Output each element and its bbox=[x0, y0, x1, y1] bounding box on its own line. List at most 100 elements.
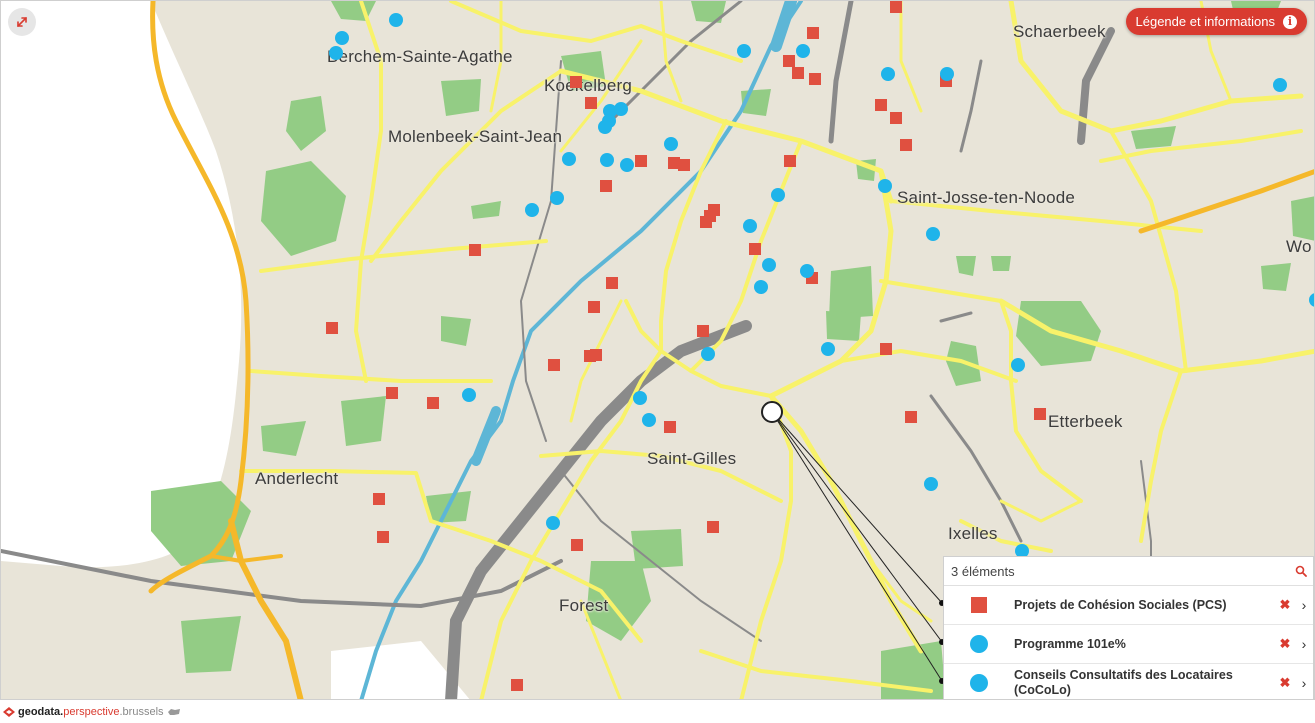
programme-marker[interactable] bbox=[329, 46, 343, 60]
brand-perspective: perspective bbox=[63, 705, 120, 718]
programme-marker[interactable] bbox=[881, 67, 895, 81]
place-label-molenbeek: Molenbeek-Saint-Jean bbox=[388, 127, 563, 146]
pcs-marker[interactable] bbox=[890, 1, 902, 13]
programme-marker[interactable] bbox=[796, 44, 810, 58]
pcs-marker[interactable] bbox=[427, 397, 439, 409]
pcs-marker[interactable] bbox=[697, 325, 709, 337]
pcs-marker[interactable] bbox=[809, 73, 821, 85]
map-view[interactable]: Berchem-Sainte-Agathe Koekelberg Molenbe… bbox=[0, 0, 1315, 700]
programme-marker[interactable] bbox=[335, 31, 349, 45]
programme-marker[interactable] bbox=[940, 67, 954, 81]
pcs-marker[interactable] bbox=[606, 277, 618, 289]
layer-row-programme[interactable]: Programme 101e% ✖ › bbox=[944, 625, 1313, 664]
pcs-marker[interactable] bbox=[377, 531, 389, 543]
pcs-marker[interactable] bbox=[678, 159, 690, 171]
place-label-koekelberg: Koekelberg bbox=[544, 76, 633, 95]
pcs-marker[interactable] bbox=[707, 521, 719, 533]
footer-brand[interactable]: geodata. perspective .brussels bbox=[0, 700, 1315, 723]
pcs-marker[interactable] bbox=[783, 55, 795, 67]
pcs-marker[interactable] bbox=[905, 411, 917, 423]
layer-row-pcs[interactable]: Projets de Cohésion Sociales (PCS) ✖ › bbox=[944, 586, 1313, 625]
perspective-logo-icon bbox=[3, 706, 15, 717]
programme-marker[interactable] bbox=[614, 102, 628, 116]
programme-marker[interactable] bbox=[525, 203, 539, 217]
search-icon[interactable] bbox=[1295, 565, 1307, 577]
pcs-marker[interactable] bbox=[386, 387, 398, 399]
pcs-marker[interactable] bbox=[784, 155, 796, 167]
pcs-marker[interactable] bbox=[635, 155, 647, 167]
pcs-marker[interactable] bbox=[900, 139, 912, 151]
layer-row-cocolo[interactable]: Conseils Consultatifs des Locataires (Co… bbox=[944, 664, 1313, 699]
pcs-marker[interactable] bbox=[890, 112, 902, 124]
pcs-marker[interactable] bbox=[664, 421, 676, 433]
programme-marker[interactable] bbox=[664, 137, 678, 151]
programme-marker[interactable] bbox=[771, 188, 785, 202]
programme-marker[interactable] bbox=[389, 13, 403, 27]
expand-arrows-icon bbox=[17, 17, 27, 27]
pcs-marker[interactable] bbox=[469, 244, 481, 256]
programme-marker[interactable] bbox=[546, 516, 560, 530]
pcs-marker[interactable] bbox=[571, 539, 583, 551]
programme-marker[interactable] bbox=[1273, 78, 1287, 92]
programme-marker[interactable] bbox=[620, 158, 634, 172]
place-label-anderlecht: Anderlecht bbox=[255, 469, 339, 488]
brand-geodata: geodata. bbox=[18, 705, 64, 718]
place-label-ixelles: Ixelles bbox=[948, 524, 998, 543]
selected-cluster-marker[interactable] bbox=[761, 401, 783, 423]
pcs-marker[interactable] bbox=[1034, 408, 1046, 420]
programme-marker[interactable] bbox=[462, 388, 476, 402]
pcs-marker[interactable] bbox=[792, 67, 804, 79]
programme-marker[interactable] bbox=[642, 413, 656, 427]
pcs-marker[interactable] bbox=[548, 359, 560, 371]
square-symbol-icon bbox=[944, 597, 1014, 613]
layer-label: Programme 101e% bbox=[1014, 636, 1126, 651]
pcs-marker[interactable] bbox=[570, 76, 582, 88]
element-count: 3 éléments bbox=[951, 563, 1015, 579]
panel-header: 3 éléments bbox=[944, 557, 1313, 586]
pcs-marker[interactable] bbox=[749, 243, 761, 255]
programme-marker[interactable] bbox=[762, 258, 776, 272]
pcs-marker[interactable] bbox=[875, 99, 887, 111]
programme-marker[interactable] bbox=[926, 227, 940, 241]
place-label-saint-josse: Saint-Josse-ten-Noode bbox=[897, 188, 1076, 207]
remove-layer-icon[interactable]: ✖ bbox=[1275, 675, 1295, 691]
legend-button-label: Légende et informations bbox=[1135, 14, 1275, 29]
programme-marker[interactable] bbox=[821, 342, 835, 356]
pcs-marker[interactable] bbox=[373, 493, 385, 505]
brand-brussels: .brussels bbox=[119, 705, 164, 718]
programme-marker[interactable] bbox=[598, 120, 612, 134]
programme-marker[interactable] bbox=[562, 152, 576, 166]
legend-info-button[interactable]: Légende et informations i bbox=[1125, 8, 1307, 35]
pcs-marker[interactable] bbox=[326, 322, 338, 334]
chevron-right-icon[interactable]: › bbox=[1295, 636, 1313, 652]
chevron-right-icon[interactable]: › bbox=[1295, 675, 1313, 691]
programme-marker[interactable] bbox=[701, 347, 715, 361]
chevron-right-icon[interactable]: › bbox=[1295, 597, 1313, 613]
programme-marker[interactable] bbox=[743, 219, 757, 233]
pcs-marker[interactable] bbox=[585, 97, 597, 109]
place-label-forest: Forest bbox=[559, 596, 609, 615]
remove-layer-icon[interactable]: ✖ bbox=[1275, 597, 1295, 613]
pcs-marker[interactable] bbox=[880, 343, 892, 355]
pcs-marker[interactable] bbox=[511, 679, 523, 691]
remove-layer-icon[interactable]: ✖ bbox=[1275, 636, 1295, 652]
programme-marker[interactable] bbox=[924, 477, 938, 491]
pcs-marker[interactable] bbox=[600, 180, 612, 192]
pcs-marker[interactable] bbox=[588, 301, 600, 313]
place-label-woluwe: Wo bbox=[1286, 237, 1312, 256]
programme-marker[interactable] bbox=[737, 44, 751, 58]
programme-marker[interactable] bbox=[1011, 358, 1025, 372]
programme-marker[interactable] bbox=[633, 391, 647, 405]
programme-marker[interactable] bbox=[878, 179, 892, 193]
programme-marker[interactable] bbox=[800, 264, 814, 278]
programme-marker[interactable] bbox=[550, 191, 564, 205]
pcs-marker[interactable] bbox=[700, 216, 712, 228]
programme-marker[interactable] bbox=[600, 153, 614, 167]
selection-panel: 3 éléments Projets de Cohésion Sociales … bbox=[943, 556, 1314, 699]
programme-marker[interactable] bbox=[754, 280, 768, 294]
pcs-marker[interactable] bbox=[590, 349, 602, 361]
layer-label: Projets de Cohésion Sociales (PCS) bbox=[1014, 597, 1227, 612]
expand-map-button[interactable] bbox=[8, 8, 36, 36]
pcs-marker[interactable] bbox=[807, 27, 819, 39]
circle-symbol-icon bbox=[944, 635, 1014, 653]
